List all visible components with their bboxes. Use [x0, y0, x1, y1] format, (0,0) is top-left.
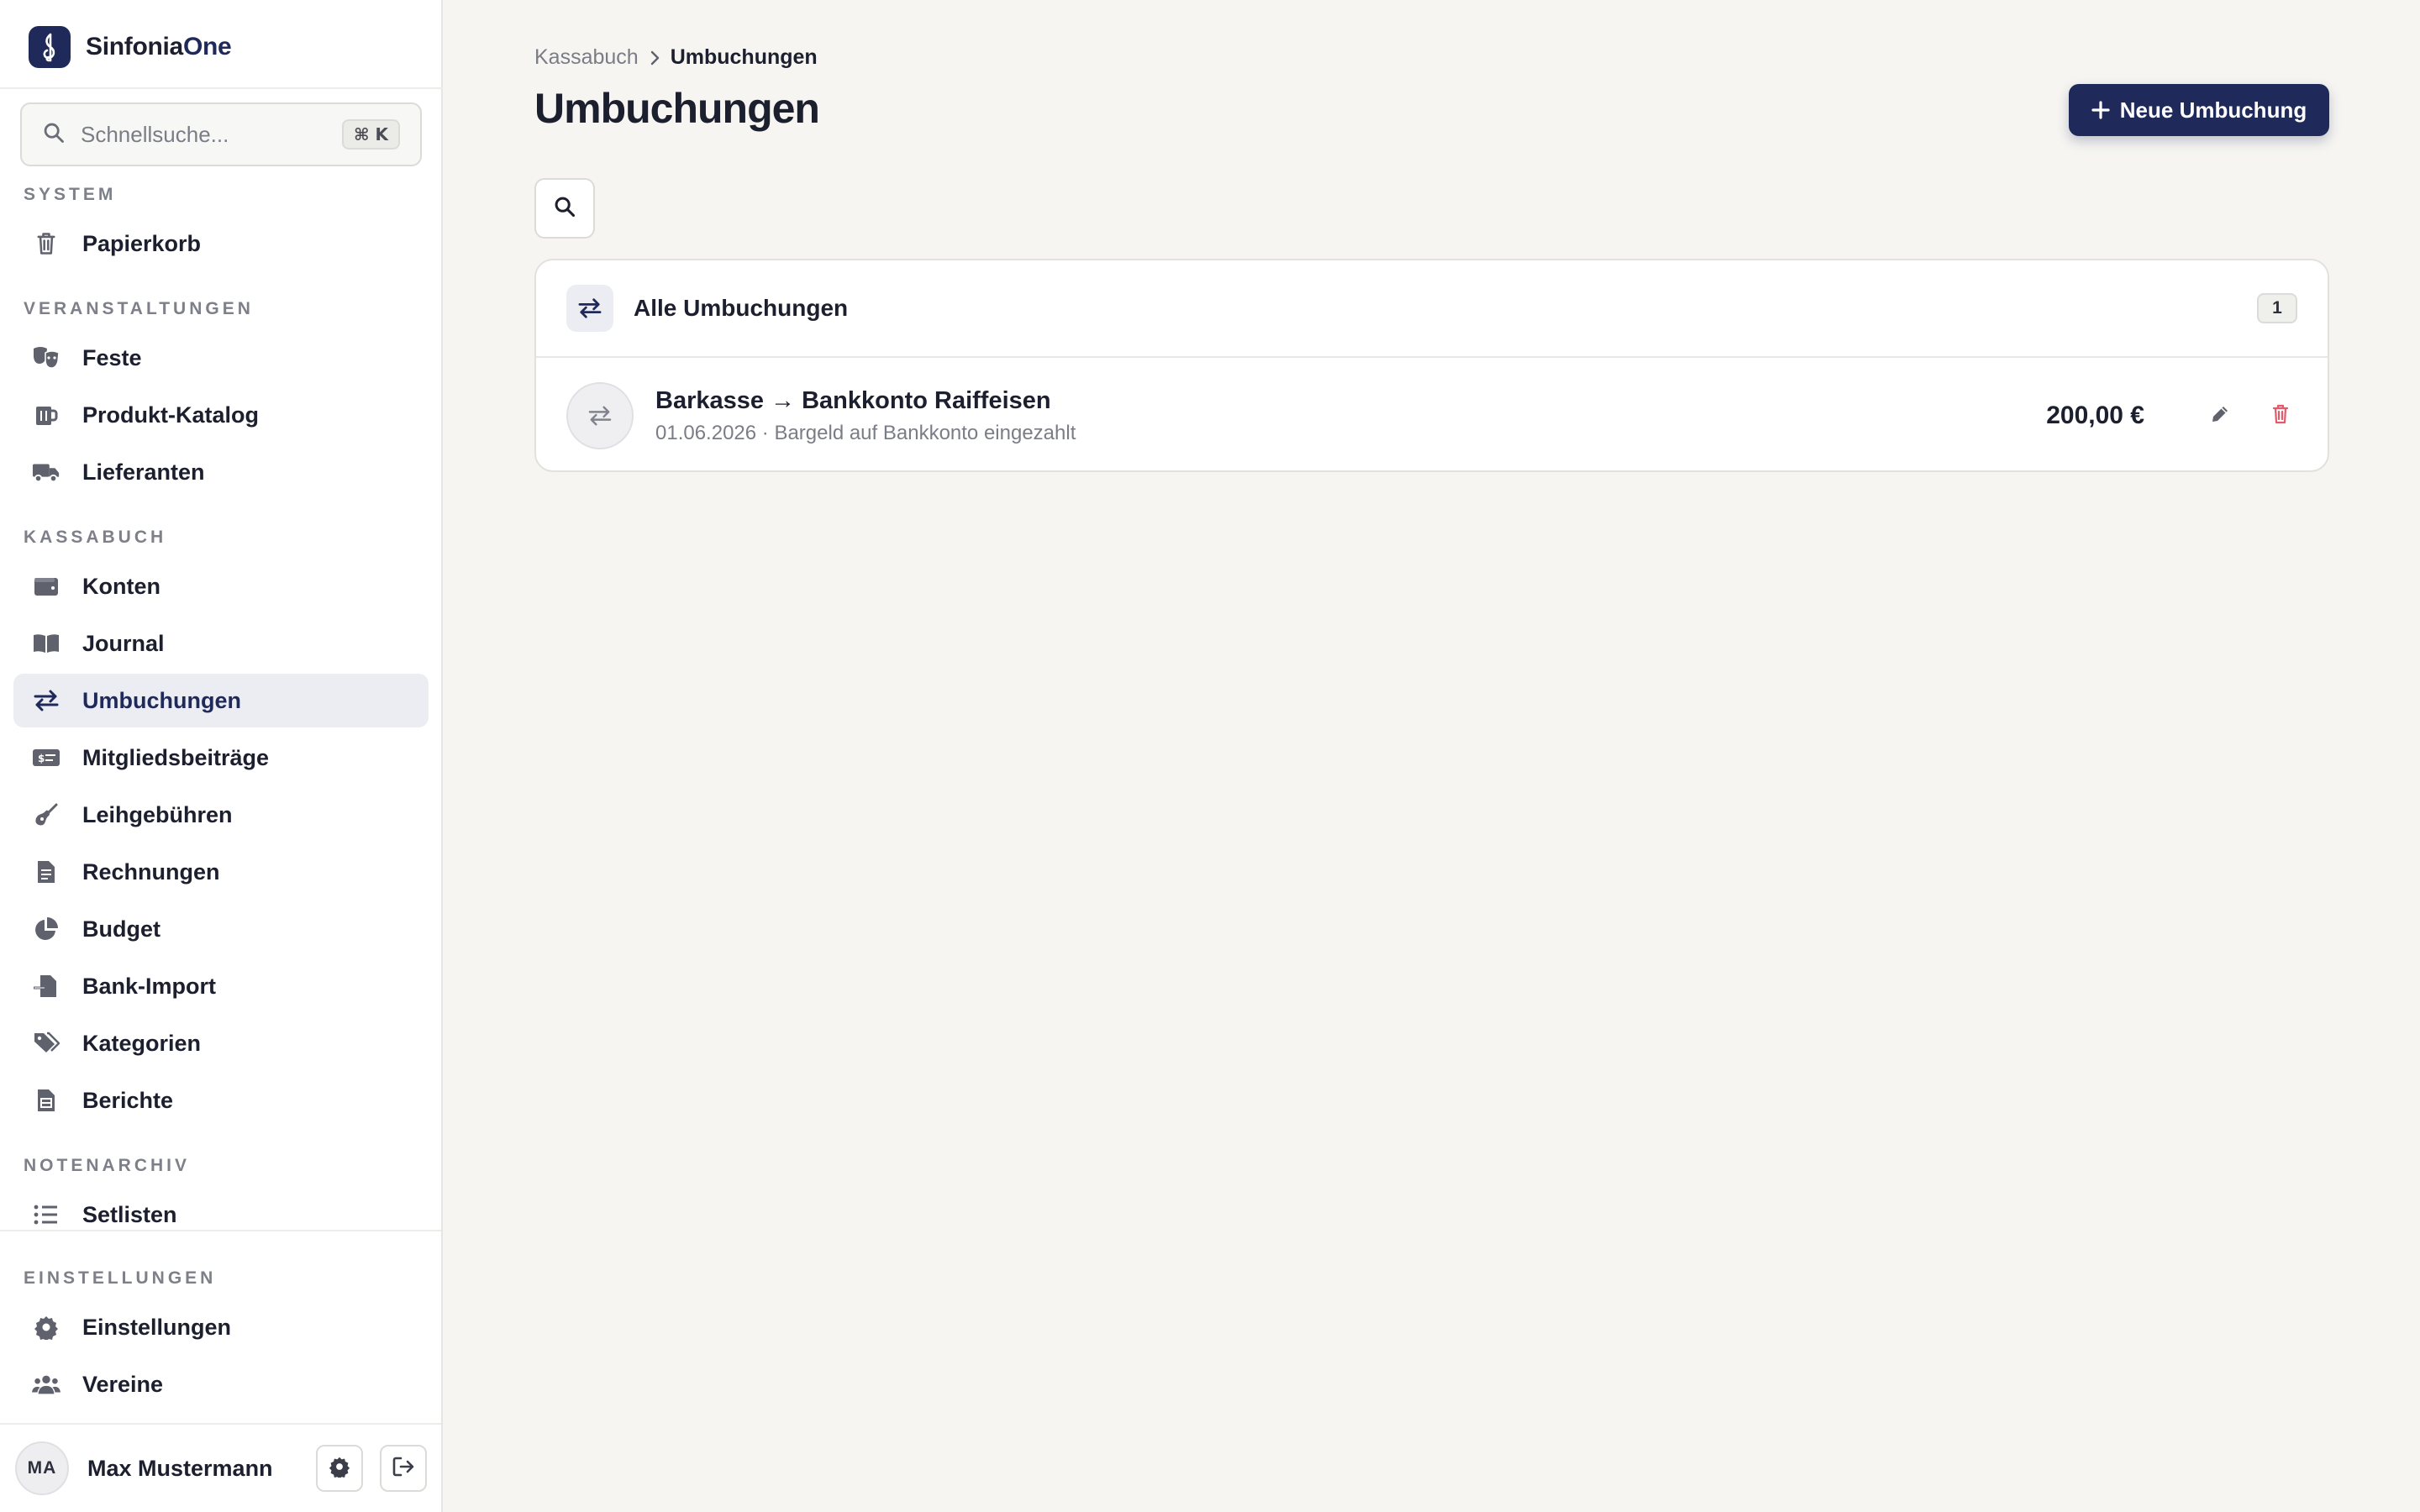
transfers-card: Alle Umbuchungen 1 Barkasse → Bankkonto …: [534, 259, 2329, 472]
pie-chart-icon: [32, 915, 60, 943]
transfer-arrows-icon: [566, 285, 613, 332]
user-settings-button[interactable]: [316, 1445, 363, 1492]
sidebar-item-setlisten[interactable]: Setlisten: [13, 1188, 429, 1230]
user-panel: MA Max Mustermann: [15, 1440, 427, 1497]
sidebar-item-konten[interactable]: Konten: [13, 559, 429, 613]
sidebar-item-produkt-katalog[interactable]: Produkt-Katalog: [13, 388, 429, 442]
transfer-title: Barkasse → Bankkonto Raiffeisen: [655, 386, 1051, 414]
treble-clef-logo-icon: [29, 26, 71, 68]
edit-button[interactable]: [2203, 399, 2237, 433]
new-transfer-button[interactable]: Neue Umbuchung: [2069, 84, 2329, 136]
sidebar: SinfoniaOne Schnellsuche... ⌘ K SYSTEM P…: [0, 0, 443, 1512]
list-icon: [32, 1200, 60, 1229]
logout-button[interactable]: [380, 1445, 427, 1492]
divider: [0, 1423, 441, 1425]
users-icon: [32, 1370, 60, 1399]
sidebar-item-budget[interactable]: Budget: [13, 902, 429, 956]
list-item-text: Barkasse → Bankkonto Raiffeisen 01.06.20…: [655, 387, 2046, 445]
sidebar-item-papierkorb[interactable]: Papierkorb: [13, 217, 429, 270]
brand-name: SinfoniaOne: [86, 33, 232, 60]
invoice-icon: [32, 858, 60, 886]
plus-icon: [2091, 96, 2110, 124]
section-label-kassabuch: KASSABUCH: [24, 528, 167, 547]
section-label-system: SYSTEM: [24, 185, 117, 204]
chevron-right-icon: [649, 50, 660, 66]
user-name: Max Mustermann: [87, 1455, 273, 1481]
sidebar-item-kategorien[interactable]: Kategorien: [13, 1016, 429, 1070]
money-card-icon: $: [32, 743, 60, 772]
transfer-amount: 200,00 €: [2046, 402, 2144, 429]
sidebar-item-berichte[interactable]: Berichte: [13, 1074, 429, 1127]
search-placeholder: Schnellsuche...: [81, 121, 229, 147]
truck-icon: [32, 458, 60, 486]
sidebar-item-bank-import[interactable]: Bank-Import: [13, 959, 429, 1013]
sidebar-item-umbuchungen[interactable]: Umbuchungen: [13, 674, 429, 727]
logout-icon: [392, 1456, 415, 1482]
sidebar-item-feste[interactable]: Feste: [13, 331, 429, 385]
breadcrumb-link-kassabuch[interactable]: Kassabuch: [534, 45, 639, 70]
transfer-arrows-icon: [566, 382, 634, 449]
shortcut-badge: ⌘ K: [341, 119, 400, 150]
search-button[interactable]: [534, 178, 595, 239]
report-icon: [32, 1086, 60, 1115]
tags-icon: [32, 1029, 60, 1058]
search-icon: [42, 121, 66, 149]
sidebar-item-vereine[interactable]: Vereine: [13, 1357, 429, 1411]
masks-icon: [32, 344, 60, 372]
page-title: Umbuchungen: [534, 85, 820, 132]
breadcrumb-current: Umbuchungen: [670, 45, 818, 69]
divider: [0, 1230, 441, 1231]
section-label-notenarchiv: NOTENARCHIV: [24, 1156, 191, 1175]
sidebar-item-einstellungen[interactable]: Einstellungen: [13, 1300, 429, 1354]
mug-icon: [32, 401, 60, 429]
delete-button[interactable]: [2264, 399, 2297, 433]
sidebar-item-leihgebuehren[interactable]: Leihgebühren: [13, 788, 429, 842]
divider: [0, 87, 443, 89]
file-import-icon: [32, 972, 60, 1000]
guitar-icon: [32, 801, 60, 829]
brand[interactable]: SinfoniaOne: [29, 25, 232, 69]
breadcrumb: Kassabuch Umbuchungen: [534, 45, 818, 70]
pencil-icon: [2209, 403, 2231, 429]
search-icon: [553, 195, 576, 223]
sidebar-item-lieferanten[interactable]: Lieferanten: [13, 445, 429, 499]
sidebar-item-journal[interactable]: Journal: [13, 617, 429, 670]
trash-icon: [2270, 403, 2291, 429]
section-label-veranstaltungen: VERANSTALTUNGEN: [24, 299, 254, 318]
transfer-arrows-icon: [32, 686, 60, 715]
quick-search-input[interactable]: Schnellsuche... ⌘ K: [20, 102, 422, 166]
avatar[interactable]: MA: [15, 1441, 69, 1495]
svg-text:$: $: [38, 753, 45, 764]
trash-icon: [32, 229, 60, 258]
list-item[interactable]: Barkasse → Bankkonto Raiffeisen 01.06.20…: [536, 358, 2328, 470]
book-icon: [32, 629, 60, 658]
sidebar-item-rechnungen[interactable]: Rechnungen: [13, 845, 429, 899]
section-label-einstellungen: EINSTELLUNGEN: [24, 1268, 217, 1288]
sidebar-item-mitgliedsbeitraege[interactable]: $ Mitgliedsbeiträge: [13, 731, 429, 785]
wallet-icon: [32, 572, 60, 601]
transfer-subtitle: 01.06.2026 · Bargeld auf Bankkonto einge…: [655, 421, 1076, 444]
card-header: Alle Umbuchungen 1: [536, 260, 2328, 356]
count-badge: 1: [2257, 293, 2297, 323]
gear-icon: [329, 1456, 350, 1482]
gear-icon: [32, 1313, 60, 1341]
card-title: Alle Umbuchungen: [634, 295, 849, 321]
sidebar-nav[interactable]: SYSTEM Papierkorb VERANSTALTUNGEN Feste …: [0, 176, 441, 1230]
